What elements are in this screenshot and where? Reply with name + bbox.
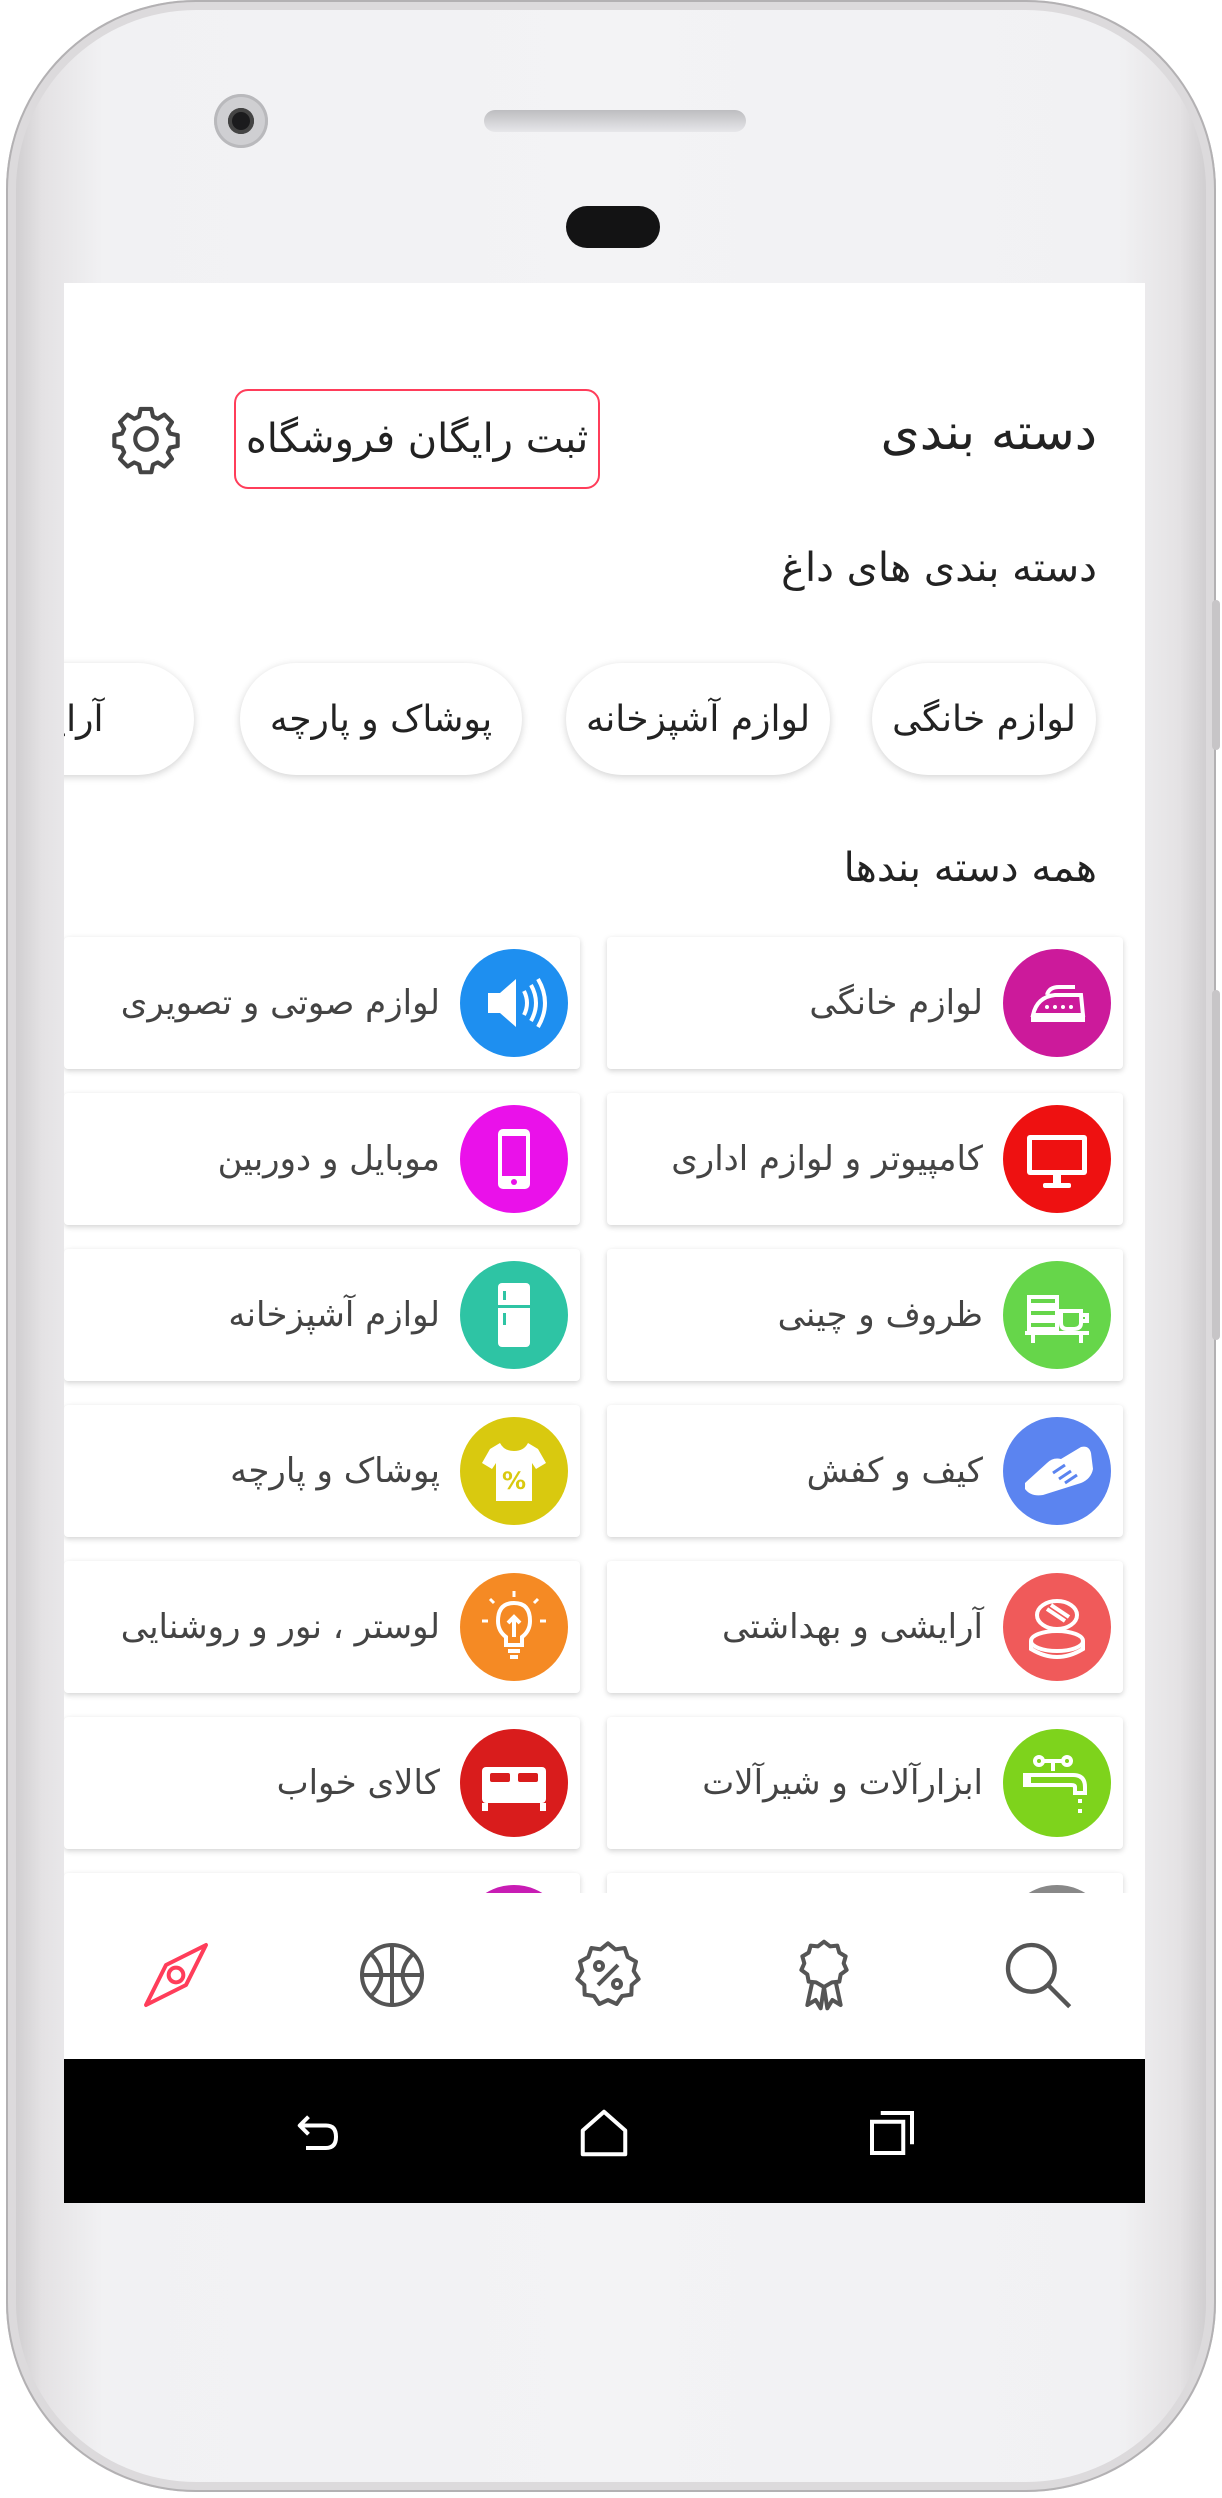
category-card-lighting[interactable]: لوستر ، نور و روشنایی — [64, 1561, 580, 1693]
speaker-icon — [460, 949, 568, 1057]
ball-icon[interactable] — [352, 1935, 432, 2015]
monitor-icon — [1003, 1105, 1111, 1213]
fridge-icon — [460, 1261, 568, 1369]
category-label: ابزارآلات و شیرآلات — [702, 1763, 983, 1803]
discount-icon[interactable] — [568, 1935, 648, 2015]
category-card-partial[interactable] — [607, 1873, 1123, 1893]
settings-gear-icon[interactable] — [108, 401, 184, 477]
page-title: دسته بندی — [880, 403, 1097, 461]
category-label: پوشاک و پارچه — [230, 1451, 440, 1491]
bottom-tab-bar — [64, 1893, 1145, 2059]
category-icon — [460, 1885, 568, 1893]
compact-icon — [1003, 1573, 1111, 1681]
scroll-content[interactable]: دسته بندی ثبت رایگان فروشگاه دسته بندی ه… — [64, 283, 1145, 1893]
mobile-icon — [460, 1105, 568, 1213]
category-label: موبایل و دوربین — [217, 1139, 440, 1179]
hot-categories-title: دسته بندی های داغ — [781, 545, 1097, 591]
chip-clothing[interactable]: پوشاک و پارچه — [240, 663, 522, 775]
category-icon — [1003, 1885, 1111, 1893]
award-icon[interactable] — [784, 1935, 864, 2015]
category-label: کالای خواب — [276, 1763, 440, 1803]
category-label: لوازم خانگی — [809, 983, 983, 1023]
chip-home-appliances[interactable]: لوازم خانگی — [872, 663, 1096, 775]
recents-icon[interactable] — [862, 2103, 922, 2163]
shoe-icon — [1003, 1417, 1111, 1525]
category-label: لوازم صوتی و تصویری — [120, 983, 440, 1023]
power-button — [1212, 600, 1220, 750]
earpiece-speaker — [484, 110, 746, 132]
category-card-bedding[interactable]: کالای خواب — [64, 1717, 580, 1849]
category-card-bags-shoes[interactable]: کیف و کفش — [607, 1405, 1123, 1537]
svg-text:%: % — [502, 1467, 526, 1495]
faucet-icon — [1003, 1729, 1111, 1837]
category-label: لوستر ، نور و روشنایی — [120, 1607, 440, 1647]
category-label: لوازم آشپزخانه — [228, 1295, 440, 1335]
all-categories-title: همه دسته بندها — [843, 845, 1097, 891]
category-card-dishes[interactable]: ظروف و چینی — [607, 1249, 1123, 1381]
category-label: کیف و کفش — [806, 1451, 983, 1491]
category-card-computer[interactable]: کامپیوتر و لوازم اداری — [607, 1093, 1123, 1225]
iron-icon — [1003, 949, 1111, 1057]
front-camera — [214, 94, 268, 148]
chip-kitchen[interactable]: لوازم آشپزخانه — [566, 663, 830, 775]
back-icon[interactable] — [286, 2103, 346, 2163]
category-label: آرایشی و بهداشتی — [722, 1607, 983, 1647]
chip-cosmetics[interactable]: آرایشی — [64, 663, 194, 775]
category-card-home-appliances[interactable]: لوازم خانگی — [607, 937, 1123, 1069]
dishes-icon — [1003, 1261, 1111, 1369]
category-card-cosmetics[interactable]: آرایشی و بهداشتی — [607, 1561, 1123, 1693]
system-navigation-bar — [64, 2059, 1145, 2203]
bulb-icon — [460, 1573, 568, 1681]
search-icon[interactable] — [998, 1935, 1078, 2015]
compass-icon[interactable] — [136, 1935, 216, 2015]
hot-categories-row[interactable]: لوازم خانگی لوازم آشپزخانه پوشاک و پارچه… — [64, 663, 1145, 779]
category-card-tools[interactable]: ابزارآلات و شیرآلات — [607, 1717, 1123, 1849]
category-card-partial[interactable] — [64, 1873, 580, 1893]
home-icon[interactable] — [574, 2103, 634, 2163]
category-card-mobile[interactable]: موبایل و دوربین — [64, 1093, 580, 1225]
proximity-sensor — [566, 206, 660, 248]
category-card-clothing[interactable]: % پوشاک و پارچه — [64, 1405, 580, 1537]
category-card-kitchen[interactable]: لوازم آشپزخانه — [64, 1249, 580, 1381]
tshirt-icon: % — [460, 1417, 568, 1525]
category-label: کامپیوتر و لوازم اداری — [671, 1139, 983, 1179]
volume-button — [1212, 990, 1220, 1340]
category-card-audio-video[interactable]: لوازم صوتی و تصویری — [64, 937, 580, 1069]
category-label: ظروف و چینی — [777, 1295, 983, 1335]
bed-icon — [460, 1729, 568, 1837]
app-screen: دسته بندی ثبت رایگان فروشگاه دسته بندی ه… — [64, 283, 1145, 2203]
register-store-button[interactable]: ثبت رایگان فروشگاه — [234, 389, 600, 489]
